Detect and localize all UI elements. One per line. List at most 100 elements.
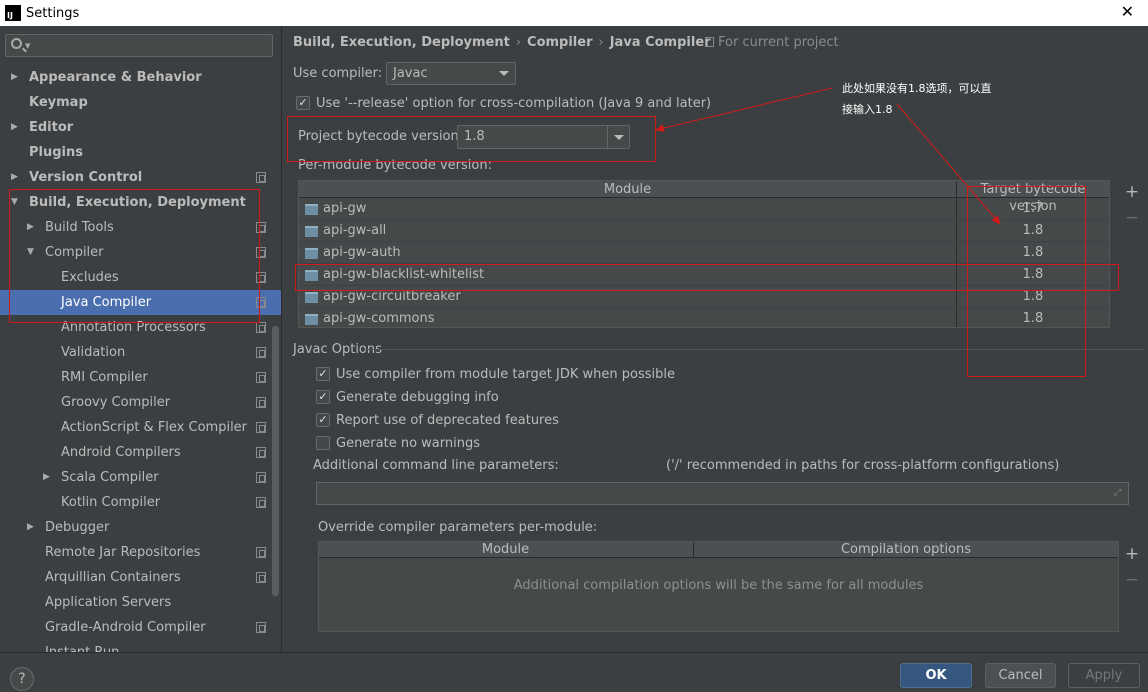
- project-bytecode-label: Project bytecode version:: [298, 129, 464, 144]
- debugging-info-checkbox[interactable]: ✓: [316, 390, 330, 404]
- sidebar-scrollbar[interactable]: [272, 326, 279, 596]
- sidebar-item-annotation-processors[interactable]: Annotation Processors: [0, 315, 281, 340]
- sidebar-item-gradle-android-compiler[interactable]: Gradle-Android Compiler: [0, 615, 281, 640]
- module-name: api-gw-circuitbreaker: [323, 289, 461, 304]
- sidebar-item-validation[interactable]: Validation: [0, 340, 281, 365]
- project-bytecode-select[interactable]: 1.8: [457, 125, 630, 149]
- table-row[interactable]: api-gw-commons 1.8: [299, 308, 1109, 327]
- expand-arrow-icon[interactable]: ▶: [27, 215, 34, 240]
- table-row[interactable]: api-gw-auth 1.8: [299, 242, 1109, 264]
- no-warnings-label: Generate no warnings: [336, 436, 481, 451]
- settings-search-input[interactable]: ▼: [5, 34, 273, 57]
- sidebar-item-label: Instant Run: [45, 640, 119, 652]
- expand-icon[interactable]: ⤢: [1114, 488, 1124, 498]
- sidebar-item-plugins[interactable]: Plugins: [0, 140, 281, 165]
- sidebar-item-appearance[interactable]: ▶ Appearance & Behavior: [0, 65, 281, 90]
- remove-module-button[interactable]: −: [1124, 210, 1140, 227]
- module-name: api-gw: [323, 201, 367, 216]
- column-header-module[interactable]: Module: [299, 181, 956, 198]
- target-bytecode-cell[interactable]: 1.8: [957, 286, 1109, 308]
- sidebar-item-remote-jar-repositories[interactable]: Remote Jar Repositories: [0, 540, 281, 565]
- sidebar-item-groovy-compiler[interactable]: Groovy Compiler: [0, 390, 281, 415]
- sidebar-item-version-control[interactable]: ▶ Version Control: [0, 165, 281, 190]
- column-header-module[interactable]: Module: [319, 542, 692, 558]
- breadcrumb-java-compiler: Java Compiler: [609, 35, 711, 50]
- target-bytecode-cell[interactable]: 1.8: [957, 308, 1109, 327]
- expand-arrow-icon[interactable]: ▶: [11, 165, 18, 190]
- sidebar-item-java-compiler[interactable]: Java Compiler: [0, 290, 281, 315]
- project-scope-icon: [256, 172, 266, 183]
- module-folder-icon: [305, 292, 318, 303]
- sidebar-item-label: Compiler: [45, 245, 104, 260]
- expand-arrow-icon[interactable]: ▶: [11, 65, 18, 90]
- table-row[interactable]: api-gw 1.7: [299, 198, 1109, 220]
- sidebar-item-excludes[interactable]: Excludes: [0, 265, 281, 290]
- use-module-jdk-checkbox[interactable]: ✓: [316, 367, 330, 381]
- sidebar-item-arquillian-containers[interactable]: Arquillian Containers: [0, 565, 281, 590]
- expand-arrow-icon[interactable]: ▶: [43, 465, 50, 490]
- add-module-button[interactable]: +: [1124, 184, 1140, 201]
- debugging-info-label: Generate debugging info: [336, 390, 499, 405]
- sidebar-item-kotlin-compiler[interactable]: Kotlin Compiler: [0, 490, 281, 515]
- sidebar-item-editor[interactable]: ▶ Editor: [0, 115, 281, 140]
- column-header-target-bytecode[interactable]: Target bytecode version: [957, 181, 1109, 214]
- project-scope-icon: [256, 322, 266, 333]
- sidebar-item-android-compilers[interactable]: Android Compilers: [0, 440, 281, 465]
- per-module-bytecode-table: Module Target bytecode version api-gw 1.…: [298, 180, 1110, 328]
- sidebar-item-build-execution-deployment[interactable]: ▼ Build, Execution, Deployment: [0, 190, 281, 215]
- remove-override-button[interactable]: −: [1124, 572, 1140, 589]
- module-folder-icon: [305, 314, 318, 325]
- sidebar-item-debugger[interactable]: ▶ Debugger: [0, 515, 281, 540]
- breadcrumb-build: Build, Execution, Deployment: [293, 35, 510, 50]
- release-option-checkbox[interactable]: ✓: [296, 96, 310, 110]
- sidebar-item-build-tools[interactable]: ▶ Build Tools: [0, 215, 281, 240]
- help-button[interactable]: ?: [10, 667, 34, 691]
- column-header-compilation-options[interactable]: Compilation options: [693, 542, 1118, 558]
- cancel-button[interactable]: Cancel: [985, 663, 1056, 688]
- sidebar-item-label: Excludes: [61, 270, 119, 285]
- table-row[interactable]: api-gw-all 1.8: [299, 220, 1109, 242]
- settings-sidebar: ▼ ▶ Appearance & Behavior Keymap ▶ Edito…: [0, 26, 282, 652]
- no-warnings-checkbox[interactable]: [316, 436, 330, 450]
- target-bytecode-cell[interactable]: 1.8: [957, 220, 1109, 242]
- chevron-down-icon[interactable]: [607, 126, 629, 148]
- use-compiler-select[interactable]: Javac: [386, 62, 516, 85]
- additional-params-input[interactable]: ⤢: [316, 482, 1129, 505]
- sidebar-item-scala-compiler[interactable]: ▶ Scala Compiler: [0, 465, 281, 490]
- deprecated-features-checkbox[interactable]: ✓: [316, 413, 330, 427]
- use-compiler-value: Javac: [393, 66, 428, 81]
- sidebar-item-instant-run[interactable]: Instant Run: [0, 640, 281, 652]
- sidebar-item-actionscript-flex-compiler[interactable]: ActionScript & Flex Compiler: [0, 415, 281, 440]
- target-bytecode-cell[interactable]: 1.8: [957, 264, 1109, 286]
- project-scope-icon: [705, 37, 714, 47]
- project-scope-icon: [256, 247, 266, 258]
- sidebar-item-rmi-compiler[interactable]: RMI Compiler: [0, 365, 281, 390]
- collapse-arrow-icon[interactable]: ▼: [27, 240, 34, 265]
- project-scope-icon: [256, 297, 266, 308]
- target-bytecode-cell[interactable]: 1.7: [957, 198, 1109, 220]
- table-header: Module Target bytecode version: [299, 181, 1109, 214]
- target-bytecode-cell[interactable]: 1.8: [957, 242, 1109, 264]
- expand-arrow-icon[interactable]: ▶: [27, 515, 34, 540]
- breadcrumb-compiler: Compiler: [527, 35, 593, 50]
- project-scope-icon: [256, 372, 266, 383]
- expand-arrow-icon[interactable]: ▶: [11, 115, 18, 140]
- sidebar-item-compiler[interactable]: ▼ Compiler: [0, 240, 281, 265]
- java-compiler-panel: Build, Execution, Deployment › Compiler › Ja…: [283, 26, 1148, 652]
- sidebar-item-keymap[interactable]: Keymap: [0, 90, 281, 115]
- table-row[interactable]: api-gw-blacklist-whitelist 1.8: [299, 264, 1109, 286]
- close-icon[interactable]: ✕: [1121, 3, 1134, 21]
- add-override-button[interactable]: +: [1124, 546, 1140, 563]
- table-row[interactable]: api-gw-circuitbreaker 1.8: [299, 286, 1109, 308]
- chevron-down-icon: [493, 63, 515, 84]
- table-scrollbar[interactable]: [1109, 199, 1110, 217]
- collapse-arrow-icon[interactable]: ▼: [11, 190, 18, 215]
- sidebar-item-label: ActionScript & Flex Compiler: [61, 420, 248, 435]
- intellij-app-icon: IJ: [5, 5, 21, 21]
- sidebar-item-application-servers[interactable]: Application Servers: [0, 590, 281, 615]
- sidebar-item-label: Annotation Processors: [61, 320, 206, 335]
- title-bar: IJ Settings ✕: [0, 0, 1148, 26]
- empty-table-message: Additional compilation options will be t…: [513, 578, 924, 593]
- apply-button[interactable]: Apply: [1068, 663, 1140, 688]
- ok-button[interactable]: OK: [900, 663, 972, 688]
